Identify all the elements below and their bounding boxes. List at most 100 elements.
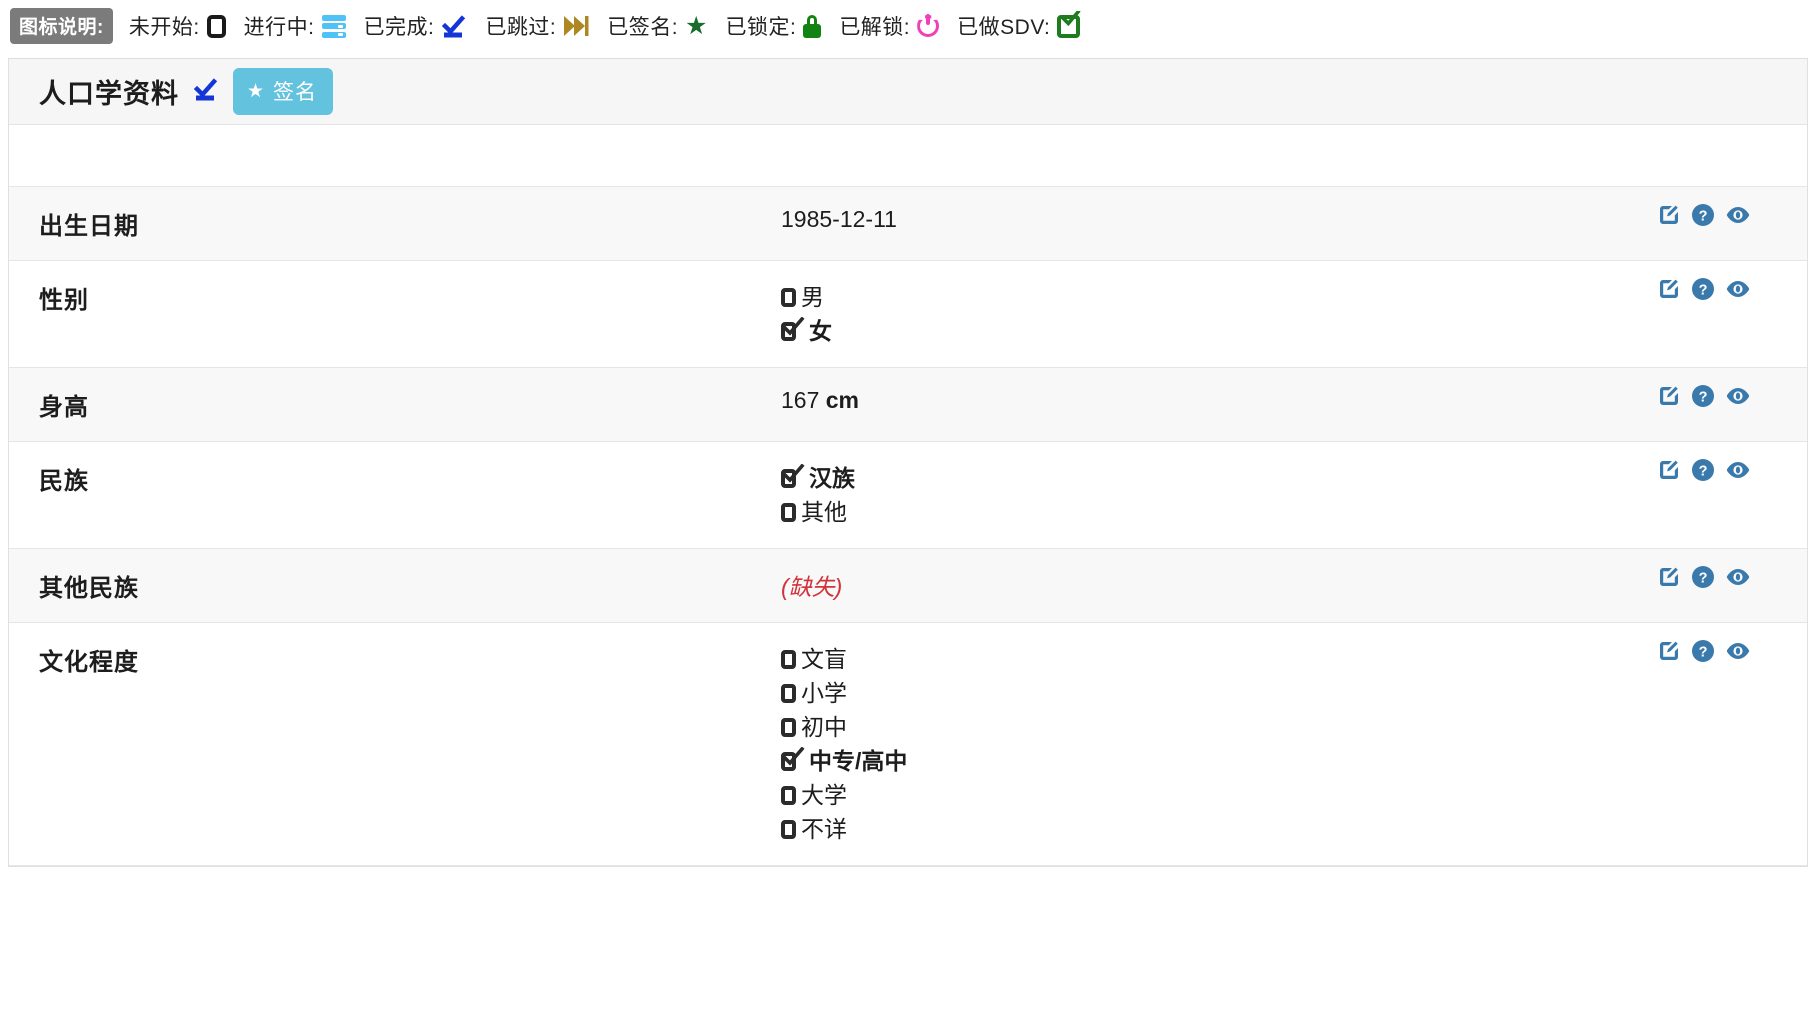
edit-icon[interactable] — [1657, 277, 1681, 301]
option-item[interactable]: 中专/高中 — [781, 744, 1657, 778]
row-actions: ? — [1657, 187, 1807, 243]
legend-item-in-progress: 进行中: — [244, 11, 346, 41]
option-label: 其他 — [801, 495, 847, 529]
svg-text:?: ? — [1699, 209, 1708, 225]
legend-label: 未开始: — [129, 11, 200, 41]
option-label: 初中 — [801, 710, 847, 744]
question-icon[interactable]: ? — [1691, 565, 1715, 589]
svg-text:?: ? — [1699, 645, 1708, 661]
option-label: 大学 — [801, 778, 847, 812]
star-icon: ★ — [685, 14, 707, 39]
question-icon[interactable]: ? — [1691, 639, 1715, 663]
table-row: 其他民族 (缺失) ? — [9, 549, 1807, 623]
checkbox-unchecked-icon[interactable] — [781, 718, 796, 737]
checkbox-checked-icon[interactable] — [781, 468, 804, 489]
height-value: 167 — [781, 387, 819, 413]
field-label: 文化程度 — [9, 623, 769, 696]
checkbox-unchecked-icon[interactable] — [781, 650, 796, 669]
legend-item-completed: 已完成: — [364, 11, 468, 41]
legend-label: 已完成: — [364, 11, 435, 41]
legend-label: 已签名: — [607, 11, 678, 41]
question-icon[interactable]: ? — [1691, 384, 1715, 408]
option-item[interactable]: 小学 — [781, 676, 1657, 710]
question-icon[interactable]: ? — [1691, 203, 1715, 227]
option-label: 文盲 — [801, 642, 847, 676]
row-actions: ? — [1657, 623, 1807, 679]
checkbox-checked-icon[interactable] — [781, 751, 804, 772]
field-label: 身高 — [9, 368, 769, 441]
option-item[interactable]: 大学 — [781, 778, 1657, 812]
option-label: 男 — [801, 280, 824, 314]
legend-label: 已做SDV: — [957, 11, 1050, 41]
checkbox-unchecked-icon[interactable] — [781, 786, 796, 805]
svg-text:?: ? — [1699, 571, 1708, 587]
demographics-card: 人口学资料 ★ 签名 出生日期 1985-12-11 ? — [8, 58, 1808, 867]
sign-button[interactable]: ★ 签名 — [233, 68, 333, 115]
table-row: 性别 男 女 ? — [9, 261, 1807, 368]
legend-label: 已解锁: — [839, 11, 910, 41]
lock-icon — [803, 15, 821, 38]
option-item[interactable]: 女 — [781, 314, 1657, 348]
page-title: 人口学资料 — [39, 72, 179, 111]
option-label: 小学 — [801, 676, 847, 710]
field-value: 1985-12-11 — [769, 187, 1657, 252]
field-value: 汉族 其他 — [769, 442, 1657, 548]
checkbox-unchecked-icon[interactable] — [781, 820, 796, 839]
edit-icon[interactable] — [1657, 384, 1681, 408]
card-header: 人口学资料 ★ 签名 — [9, 59, 1807, 125]
checkbox-unchecked-icon[interactable] — [781, 503, 796, 522]
option-item[interactable]: 文盲 — [781, 642, 1657, 676]
birth-date-value: 1985-12-11 — [781, 206, 897, 232]
legend-label: 进行中: — [244, 11, 315, 41]
row-actions: ? — [1657, 368, 1807, 424]
table-row: 民族 汉族 其他 ? — [9, 442, 1807, 549]
edit-icon[interactable] — [1657, 565, 1681, 589]
svg-text:?: ? — [1699, 283, 1708, 299]
field-label: 民族 — [9, 442, 769, 515]
row-actions: ? — [1657, 442, 1807, 498]
option-label: 不详 — [801, 812, 847, 846]
field-value: (缺失) — [769, 549, 1657, 621]
star-icon: ★ — [247, 80, 265, 103]
legend-item-signed: 已签名: ★ — [607, 11, 707, 41]
eye-icon[interactable] — [1725, 384, 1751, 408]
row-actions: ? — [1657, 261, 1807, 317]
svg-text:?: ? — [1699, 390, 1708, 406]
missing-value: (缺失) — [781, 574, 842, 600]
legend-item-skipped: 已跳过: — [485, 11, 589, 41]
field-value: 男 女 — [769, 261, 1657, 367]
question-icon[interactable]: ? — [1691, 458, 1715, 482]
checkbox-unchecked-icon[interactable] — [781, 684, 796, 703]
option-item[interactable]: 不详 — [781, 812, 1657, 846]
progress-bars-icon — [322, 15, 346, 38]
height-unit: cm — [826, 387, 859, 413]
empty-row — [9, 125, 1807, 187]
edit-icon[interactable] — [1657, 203, 1681, 227]
legend-label: 已锁定: — [725, 11, 796, 41]
check-underline-icon — [193, 78, 219, 106]
checkbox-unchecked-icon[interactable] — [781, 288, 796, 307]
edit-icon[interactable] — [1657, 639, 1681, 663]
check-underline-icon — [441, 15, 467, 38]
table-row: 文化程度 文盲 小学 初中 中专/高中 — [9, 623, 1807, 866]
option-item[interactable]: 男 — [781, 280, 1657, 314]
question-icon[interactable]: ? — [1691, 277, 1715, 301]
eye-icon[interactable] — [1725, 203, 1751, 227]
option-item[interactable]: 初中 — [781, 710, 1657, 744]
square-open-icon — [207, 15, 226, 38]
legend-item-locked: 已锁定: — [725, 11, 821, 41]
eye-icon[interactable] — [1725, 277, 1751, 301]
field-label: 其他民族 — [9, 549, 769, 622]
eye-icon[interactable] — [1725, 565, 1751, 589]
option-label: 女 — [809, 314, 832, 348]
eye-icon[interactable] — [1725, 458, 1751, 482]
eye-icon[interactable] — [1725, 639, 1751, 663]
legend-item-sdv: 已做SDV: — [957, 11, 1080, 41]
fast-forward-icon — [563, 15, 589, 37]
option-item[interactable]: 汉族 — [781, 461, 1657, 495]
option-item[interactable]: 其他 — [781, 495, 1657, 529]
checkbox-checked-icon[interactable] — [781, 321, 804, 342]
legend-label: 已跳过: — [485, 11, 556, 41]
edit-icon[interactable] — [1657, 458, 1681, 482]
row-actions: ? — [1657, 549, 1807, 605]
